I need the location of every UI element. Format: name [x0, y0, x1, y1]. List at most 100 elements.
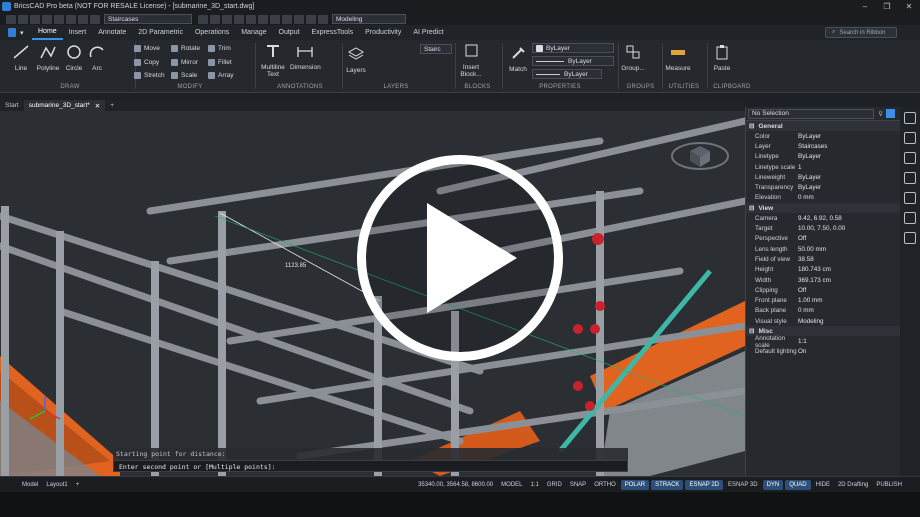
hide-toggle[interactable]: HIDE [812, 477, 834, 493]
add-layout-button[interactable]: + [72, 477, 84, 493]
cloud-icon[interactable] [904, 232, 916, 244]
command-prompt[interactable]: Enter second point or [Multiple points]: [113, 460, 628, 472]
move-button[interactable]: Move [134, 45, 160, 52]
tab-manage[interactable]: Manage [235, 25, 272, 40]
tool-icon[interactable] [282, 14, 292, 24]
tab-submarine[interactable]: submarine_3D_start* ✕ [23, 100, 106, 111]
property-row[interactable]: Front plane 1.00 mm [746, 295, 900, 305]
fillet-button[interactable]: Fillet [208, 59, 232, 66]
property-row[interactable]: Linetype scale 1 [746, 162, 900, 172]
group-button[interactable]: Group... [620, 44, 646, 72]
workspace-status[interactable]: 2D Drafting [834, 477, 872, 493]
property-row[interactable]: Transparency ByLayer [746, 182, 900, 192]
property-row[interactable]: Color ByLayer [746, 131, 900, 141]
print-icon[interactable] [42, 14, 52, 24]
property-row[interactable]: Clipping Off [746, 285, 900, 295]
property-row[interactable]: Linetype ByLayer [746, 152, 900, 162]
circle-button[interactable]: Circle [63, 44, 85, 72]
function-icon[interactable] [904, 192, 916, 204]
chart-icon[interactable] [904, 172, 916, 184]
chevron-down-icon[interactable]: ▾ [20, 29, 32, 37]
layers-button[interactable]: Layers [344, 46, 368, 74]
arc-button[interactable]: Arc [86, 44, 108, 72]
attach-icon[interactable] [904, 152, 916, 164]
tab-insert[interactable]: Insert [63, 25, 93, 40]
properties-icon[interactable] [904, 112, 916, 124]
property-row[interactable]: Lens length 50.00 mm [746, 244, 900, 254]
layout-tab-model[interactable]: Model [18, 477, 42, 493]
tool-icon[interactable] [246, 14, 256, 24]
linetype-dropdown[interactable]: ByLayer [532, 56, 614, 66]
match-properties-button[interactable]: Match [506, 45, 530, 73]
paste-button[interactable]: Paste [710, 44, 734, 72]
dimension-button[interactable]: Dimension [290, 43, 321, 71]
tool-icon[interactable] [306, 14, 316, 24]
esnap-3d-toggle[interactable]: ESNAP 3D [724, 477, 762, 493]
stretch-button[interactable]: Stretch [134, 72, 165, 79]
close-button[interactable]: ✕ [898, 2, 920, 11]
insert-block-button[interactable]: Insert Block... [458, 43, 484, 78]
rotate-button[interactable]: Rotate [171, 45, 200, 52]
filter-icon[interactable]: ⊽ [878, 110, 883, 118]
undo-icon[interactable] [54, 14, 64, 24]
open-icon[interactable] [18, 14, 28, 24]
property-row[interactable]: Width 369.173 cm [746, 275, 900, 285]
tab-start[interactable]: Start [0, 100, 24, 111]
annotation-scale[interactable]: 1:1 [527, 477, 543, 493]
property-row[interactable]: Layer Staircases [746, 141, 900, 151]
light-bulb-icon[interactable] [90, 14, 100, 24]
property-row[interactable]: Default lighting On [746, 347, 900, 357]
property-row[interactable]: Annotation scale 1:1 [746, 335, 900, 349]
esnap-2d-toggle[interactable]: ESNAP 2D [685, 479, 724, 490]
layers-panel-icon[interactable] [904, 132, 916, 144]
general-section-header[interactable]: ⊟ General [746, 121, 900, 131]
selection-dropdown[interactable]: No Selection [748, 108, 874, 119]
tab-annotate[interactable]: Annotate [92, 25, 132, 40]
tab-ai-predict[interactable]: AI Predict [407, 25, 449, 40]
dyn-toggle[interactable]: DYN [762, 479, 784, 490]
ribbon-search-input[interactable]: ⌕ Search in Ribbon [825, 27, 897, 38]
scale-button[interactable]: Scale [171, 72, 197, 79]
layer-state-icon[interactable] [78, 14, 88, 24]
polar-toggle[interactable]: POLAR [620, 479, 650, 490]
grid-toggle[interactable]: GRID [543, 477, 566, 493]
new-tab-button[interactable]: + [105, 100, 119, 111]
quad-toggle[interactable]: QUAD [785, 479, 811, 490]
tab-expresstools[interactable]: ExpressTools [306, 25, 360, 40]
model-space-toggle[interactable]: MODEL [497, 477, 526, 493]
tool-icon[interactable] [210, 14, 220, 24]
polyline-button[interactable]: Polyline [34, 44, 62, 72]
tab-2d-parametric[interactable]: 2D Parametric [132, 25, 189, 40]
tool-icon[interactable] [198, 14, 208, 24]
tool-icon[interactable] [294, 14, 304, 24]
minimize-button[interactable]: – [854, 2, 876, 11]
layout-tab-layout1[interactable]: Layout1 [42, 477, 71, 493]
tab-productivity[interactable]: Productivity [359, 25, 407, 40]
property-row[interactable]: Field of view 38.58 [746, 254, 900, 264]
color-dropdown[interactable]: ByLayer [532, 43, 614, 53]
property-row[interactable]: Target 10.00, 7.50, 0.00 [746, 223, 900, 233]
workspace-dropdown[interactable]: Modeling [332, 14, 406, 24]
command-line[interactable]: Starting point for distance: Enter secon… [113, 448, 628, 474]
app-menu-icon[interactable] [8, 28, 16, 37]
current-layer-dropdown[interactable]: Stairc [420, 44, 452, 54]
trim-button[interactable]: Trim [208, 45, 231, 52]
property-row[interactable]: Camera 9.42, 6.92, 0.58 [746, 213, 900, 223]
publish-button[interactable]: PUBLISH [872, 477, 906, 493]
maximize-button[interactable]: ❐ [876, 2, 898, 11]
lineweight-dropdown[interactable]: ByLayer [532, 69, 602, 79]
tab-output[interactable]: Output [273, 25, 306, 40]
strack-toggle[interactable]: STRACK [651, 479, 684, 490]
tool-icon[interactable] [270, 14, 280, 24]
quick-select-icon[interactable] [886, 109, 896, 118]
tool-icon[interactable] [222, 14, 232, 24]
snap-toggle[interactable]: SNAP [566, 477, 590, 493]
new-icon[interactable] [6, 14, 16, 24]
property-row[interactable]: Visual style Modeling [746, 316, 900, 326]
tab-operations[interactable]: Operations [189, 25, 235, 40]
property-row[interactable]: Elevation 0 mm [746, 193, 900, 203]
property-row[interactable]: Lineweight ByLayer [746, 172, 900, 182]
line-button[interactable]: Line [10, 44, 32, 72]
structure-icon[interactable] [904, 212, 916, 224]
measure-button[interactable]: Measure [664, 44, 692, 72]
